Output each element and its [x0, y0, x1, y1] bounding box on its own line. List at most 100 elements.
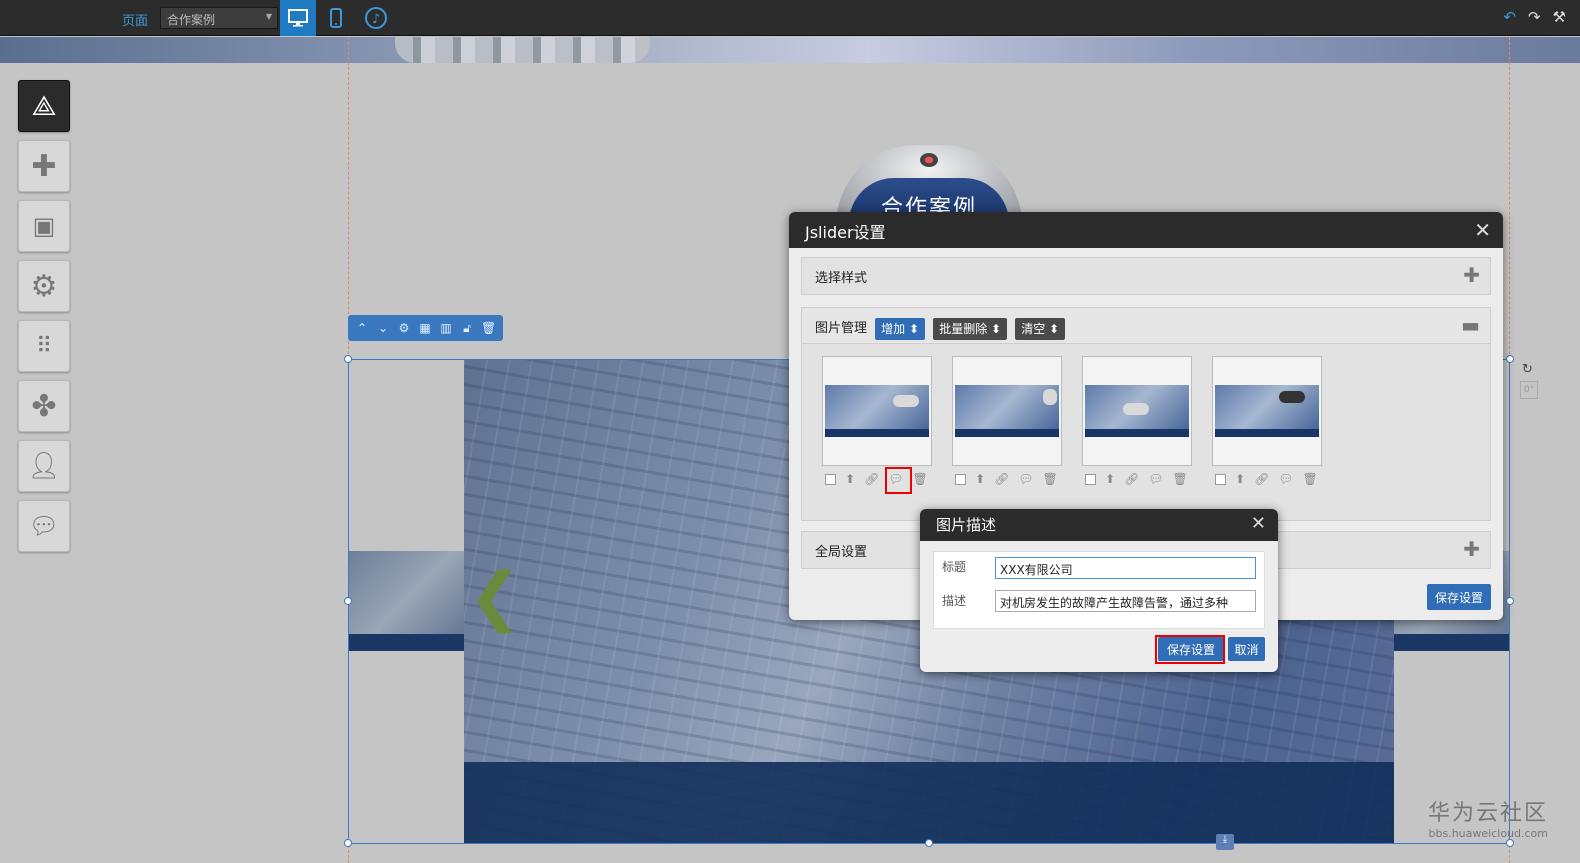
- collapse-minus-icon[interactable]: ▬: [1461, 313, 1480, 337]
- move-down-icon[interactable]: ⌄: [376, 321, 390, 335]
- unlock-icon[interactable]: 🔓︎: [460, 321, 474, 336]
- topbar-right-actions: ↶ ↷ ⚒: [1503, 8, 1566, 26]
- thumbnail-item: ⬆ 🔗︎ 💬︎ 🗑︎: [822, 356, 932, 486]
- mobile-view-button[interactable]: [318, 0, 354, 36]
- thumbnail-image[interactable]: [822, 356, 932, 466]
- trash-icon[interactable]: 🗑︎: [913, 472, 928, 486]
- module-toolbar: ⌃ ⌄ ⚙ ▦ ▥ 🔓︎ 🗑︎: [348, 315, 503, 341]
- cancel-button[interactable]: 取消: [1228, 637, 1265, 661]
- rotate-icon[interactable]: ↻: [1522, 362, 1533, 377]
- desktop-view-button[interactable]: [280, 0, 316, 36]
- panel-title: 选择样式: [815, 271, 868, 286]
- link-icon[interactable]: 🔗︎: [994, 472, 1009, 486]
- clover-icon: ✤: [31, 388, 57, 424]
- trash-icon[interactable]: 🗑︎: [1173, 472, 1188, 486]
- comment-icon[interactable]: 💬︎: [1278, 472, 1293, 486]
- dialog-header: 图片描述 ✕: [920, 509, 1278, 541]
- comment-icon[interactable]: 💬︎: [1018, 472, 1033, 486]
- top-toolbar: 页面 合作案例 ▼ ♪ ↶ ↷ ⚒: [0, 0, 1580, 36]
- resize-handle[interactable]: [1506, 839, 1514, 847]
- save-settings-button[interactable]: 保存设置: [1427, 584, 1491, 610]
- thumbnail-item: ⬆ 🔗︎ 💬︎ 🗑︎: [1212, 356, 1322, 486]
- title-input[interactable]: XXX有限公司: [995, 557, 1256, 579]
- thumbnail-image[interactable]: [1082, 356, 1192, 466]
- redo-icon[interactable]: ↷: [1528, 8, 1541, 26]
- add-module-button[interactable]: ✚: [18, 140, 70, 192]
- user-icon: 👤︎: [27, 451, 61, 481]
- thumbnail-item: ⬆ 🔗︎ 💬︎ 🗑︎: [1082, 356, 1192, 486]
- hammer-icon[interactable]: ⚒: [1553, 8, 1566, 26]
- comment-icon[interactable]: 💬︎: [1148, 472, 1163, 486]
- thumbnail-image[interactable]: [952, 356, 1062, 466]
- thumbnail-image[interactable]: [1212, 356, 1322, 466]
- panel-title: 图片管理: [815, 321, 868, 336]
- grid-button[interactable]: ⠿: [18, 320, 70, 372]
- app-store-button[interactable]: ⟁: [18, 80, 70, 132]
- dialog-header: Jslider设置 ✕: [789, 212, 1503, 248]
- resize-handle[interactable]: [925, 839, 933, 847]
- panel-title: 全局设置: [815, 545, 868, 560]
- expand-plus-icon[interactable]: ✚: [1463, 537, 1480, 561]
- resize-handle[interactable]: [344, 597, 352, 605]
- download-icon[interactable]: ⤓: [1216, 834, 1234, 850]
- resize-handle[interactable]: [1506, 597, 1514, 605]
- title-label: 标题: [942, 560, 967, 574]
- description-form: 标题 XXX有限公司 描述 对机房发生的故障产生故障告警，通过多种: [933, 551, 1265, 629]
- description-input[interactable]: 对机房发生的故障产生故障告警，通过多种: [995, 590, 1256, 612]
- select-checkbox[interactable]: [825, 474, 836, 485]
- grid-icon: ⠿: [35, 333, 53, 359]
- trash-icon[interactable]: 🗑︎: [1303, 472, 1318, 486]
- module-settings-icon[interactable]: ⚙: [397, 321, 411, 335]
- select-checkbox[interactable]: [955, 474, 966, 485]
- plus-icon: ✚: [31, 148, 57, 184]
- left-sidebar: ⟁ ✚ ▣ ⚙ ⠿ ✤ 👤︎ 💬︎: [18, 80, 72, 560]
- select-checkbox[interactable]: [1215, 474, 1226, 485]
- svg-text:♪: ♪: [372, 12, 380, 27]
- angle-input[interactable]: 0°: [1520, 381, 1538, 399]
- user-button[interactable]: 👤︎: [18, 440, 70, 492]
- trash-icon[interactable]: 🗑︎: [481, 321, 496, 335]
- app-store-icon: ⟁: [31, 89, 57, 122]
- clear-button[interactable]: 清空 ⬍: [1015, 317, 1066, 340]
- upload-icon[interactable]: ⬆: [1235, 472, 1245, 486]
- gear-icon: ⚙: [30, 268, 58, 304]
- select-checkbox[interactable]: [1085, 474, 1096, 485]
- watermark-url: bbs.huaweicloud.com: [1428, 827, 1548, 840]
- link-icon[interactable]: 🔗︎: [1254, 472, 1269, 486]
- upload-icon[interactable]: ⬆: [1105, 472, 1115, 486]
- settings-button[interactable]: ⚙: [18, 260, 70, 312]
- highlight-box: [885, 467, 912, 494]
- link-icon[interactable]: 🔗︎: [864, 472, 879, 486]
- page-select[interactable]: 合作案例 ▼: [160, 7, 278, 29]
- watermark: 华为云社区 bbs.huaweicloud.com: [1428, 795, 1548, 840]
- mobile-icon: [330, 8, 342, 28]
- toolbox-button[interactable]: ▣: [18, 200, 70, 252]
- resize-handle[interactable]: [344, 839, 352, 847]
- upload-icon[interactable]: ⬆: [975, 472, 985, 486]
- dialog-title: Jslider设置: [805, 223, 886, 242]
- expand-plus-icon[interactable]: ✚: [1463, 263, 1480, 287]
- watermark-brand: 华为云社区: [1427, 801, 1548, 826]
- panel-select-style[interactable]: 选择样式 ✚: [801, 257, 1491, 295]
- wechat-icon: 💬︎: [28, 512, 60, 540]
- link-icon[interactable]: 🔗︎: [1124, 472, 1139, 486]
- wechat-button[interactable]: 💬︎: [18, 500, 70, 552]
- upload-icon[interactable]: ⬆: [845, 472, 855, 486]
- batch-delete-button[interactable]: 批量删除 ⬍: [933, 317, 1008, 340]
- close-icon[interactable]: ✕: [1474, 218, 1491, 242]
- resize-handle[interactable]: [344, 355, 352, 363]
- add-image-button[interactable]: 增加 ⬍: [875, 317, 926, 340]
- page-label: 页面: [122, 14, 149, 29]
- resize-handle[interactable]: [1506, 355, 1514, 363]
- components-button[interactable]: ✤: [18, 380, 70, 432]
- trash-icon[interactable]: 🗑︎: [1043, 472, 1058, 486]
- undo-icon[interactable]: ↶: [1503, 8, 1516, 26]
- close-icon[interactable]: ✕: [1251, 513, 1266, 534]
- layout-icon[interactable]: ▦: [418, 321, 432, 335]
- move-up-icon[interactable]: ⌃: [355, 321, 369, 335]
- chart-icon[interactable]: ▥: [439, 321, 453, 335]
- desktop-icon: [288, 9, 308, 27]
- dialog-title: 图片描述: [936, 516, 997, 534]
- highlight-box: [1155, 635, 1225, 664]
- music-view-button[interactable]: ♪: [358, 0, 394, 36]
